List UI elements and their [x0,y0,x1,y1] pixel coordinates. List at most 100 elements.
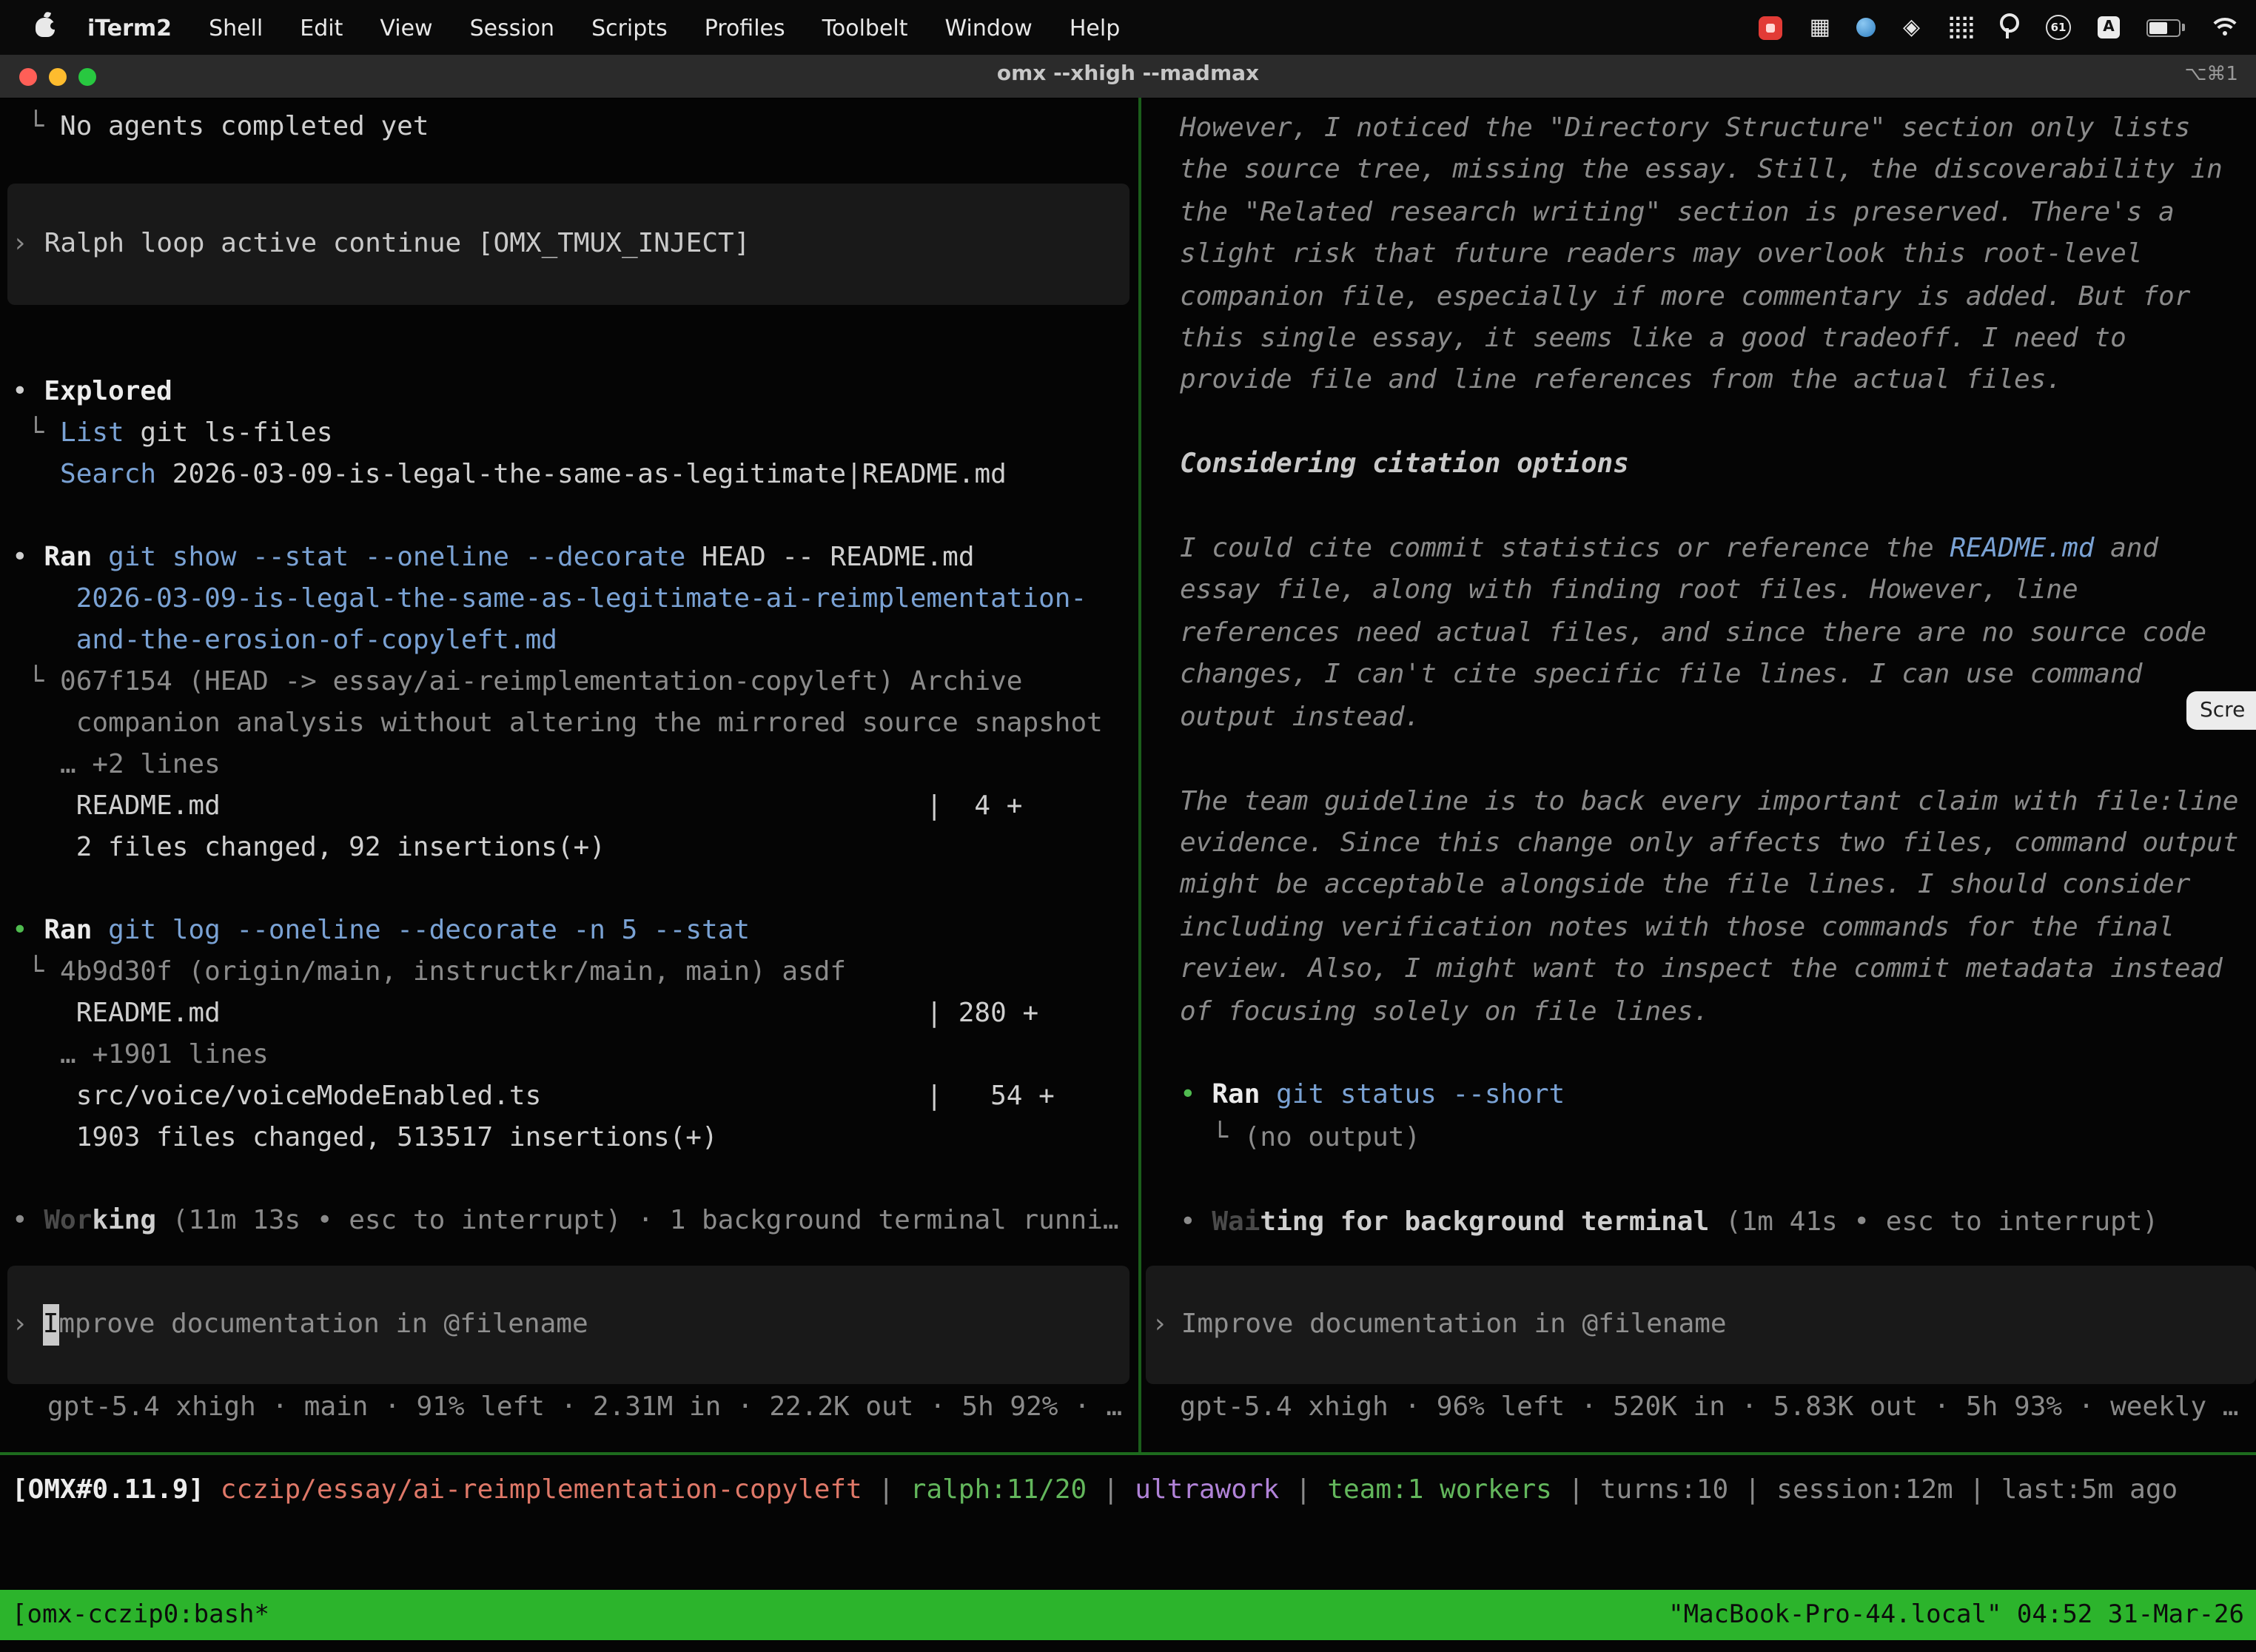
terminal-line [1180,739,2256,781]
prompt-input-right[interactable]: › Improve documentation in @filename [1146,1266,2256,1384]
tmux-host-clock: "MacBook-Pro-44.local" 04:52 31-Mar-26 [1668,1600,2244,1630]
terminal-line: The team guideline is to back every impo… [1180,781,2256,823]
menu-item-session[interactable]: Session [470,14,554,41]
input-placeholder: mprove documentation in @filename [58,1304,588,1346]
menu-item-profiles[interactable]: Profiles [705,14,785,41]
window-title: omx --xhigh --madmax [0,62,2256,86]
agent-transcript-right: However, I noticed the "Directory Struct… [1180,108,2256,1243]
pinwheel-app-icon[interactable]: ◈ [1903,16,1920,38]
screen-recording-indicator-icon[interactable] [1759,16,1783,39]
terminal-line: … +2 lines [12,745,1138,786]
terminal-line [12,1159,1138,1201]
terminal-line: evidence. Since this change only affects… [1180,823,2256,865]
prompt-chevron-icon: › [1152,1304,1168,1346]
terminal-line: I could cite commit statistics or refere… [1180,528,2256,571]
menu-item-toolbelt[interactable]: Toolbelt [822,14,908,41]
model-status-right: gpt-5.4 xhigh · 96% left · 520K in · 5.8… [1180,1387,2239,1428]
terminal-line: provide file and line references from th… [1180,360,2256,403]
terminal-line: └ 067f154 (HEAD -> essay/ai-reimplementa… [12,662,1138,703]
menu-items: iTerm2 Shell Edit View Session Scripts Profile… [87,14,1120,41]
tmux-status-bar: [omx-cczip0:bash* "MacBook-Pro-44.local"… [0,1590,2256,1640]
menu-item-shell[interactable]: Shell [209,14,263,41]
droplet-app-icon[interactable] [1857,18,1876,37]
gauge-61-icon[interactable]: 61 [2046,15,2071,40]
tmux-session-label: [omx-cczip0:bash* [12,1600,269,1630]
terminal-line: src/voice/voiceModeEnabled.ts | 54 + [12,1076,1138,1118]
input-placeholder: Improve documentation in @filename [1181,1304,1727,1346]
prompt-chevron-icon: › [12,224,28,265]
pane-border-bottom [0,1452,2256,1455]
menu-item-window[interactable]: Window [945,14,1033,41]
terminal-line [12,496,1138,537]
terminal-line: • Explored [12,372,1138,413]
terminal-line: However, I noticed the "Directory Struct… [1180,108,2256,150]
menu-bar-status-icons: ▦ ◈ ⣿⣿ 61 A [1759,13,2238,42]
agent-transcript-left: • Explored └ List git ls-files Search 20… [12,372,1138,1242]
wifi-icon[interactable] [2212,18,2238,37]
menu-bar: iTerm2 Shell Edit View Session Scripts Profile… [0,0,2256,55]
prompt-input-left[interactable]: › I mprove documentation in @filename [7,1266,1129,1384]
terminal-line: └ (no output) [1180,1118,2256,1160]
terminal-line [1180,403,2256,445]
terminal-line: the "Related research writing" section i… [1180,192,2256,235]
menu-item-iterm2[interactable]: iTerm2 [87,14,172,41]
menu-item-help[interactable]: Help [1070,14,1120,41]
prompt-chevron-icon: › [12,1304,28,1346]
grid-app-icon[interactable]: ▦ [1810,16,1830,38]
menu-item-view[interactable]: View [380,14,432,41]
terminal-line [1180,1033,2256,1075]
terminal-line: 2 files changed, 92 insertions(+) [12,827,1138,869]
screen: iTerm2 Shell Edit View Session Scripts Profile… [0,0,2256,1652]
agent-status-lines: └ No agents completed yet [12,107,1138,148]
key-icon[interactable] [2000,13,2019,32]
terminal-line: [OMX#0.11.9] cczip/essay/ai-reimplementa… [12,1470,2178,1511]
terminal-line: 1903 files changed, 513517 insertions(+) [12,1118,1138,1159]
left-terminal-pane[interactable]: └ No agents completed yet › Ralph loop a… [0,98,1138,1452]
inject-banner-text: Ralph loop active continue [OMX_TMUX_INJ… [44,224,751,265]
battery-icon[interactable] [2146,19,2181,36]
terminal-line: README.md | 280 + [12,993,1138,1035]
terminal-line: README.md | 4 + [12,786,1138,827]
terminal-line: this single essay, it seems like a good … [1180,318,2256,360]
terminal-line [1180,1159,2256,1201]
terminal-line: references need actual files, and since … [1180,613,2256,655]
terminal-line: companion analysis without altering the … [12,703,1138,745]
terminal-line: • Ran git show --stat --oneline --decora… [12,537,1138,579]
apple-menu-icon[interactable] [36,18,55,37]
terminal-line: • Ran git status --short [1180,1075,2256,1118]
terminal-line: might be acceptable alongside the file l… [1180,865,2256,907]
window-title-bar[interactable]: omx --xhigh --madmax ⌥⌘1 [0,55,2256,99]
terminal-line: Search 2026-03-09-is-legal-the-same-as-l… [12,454,1138,496]
terminal-line: └ No agents completed yet [12,107,1138,148]
terminal-line: output instead. [1180,696,2256,739]
terminal-line: of focusing solely on file lines. [1180,991,2256,1033]
terminal-line: 2026-03-09-is-legal-the-same-as-legitima… [12,579,1138,620]
screen-share-button[interactable]: Scre [2186,691,2256,730]
terminal-line: changes, I can't cite specific file line… [1180,655,2256,697]
terminal-line: Considering citation options [1180,445,2256,487]
terminal-line: companion file, especially if more comme… [1180,276,2256,318]
terminal-line: slight risk that future readers may over… [1180,234,2256,276]
dots-grid-icon[interactable]: ⣿⣿ [1947,16,1973,38]
terminal-line: • Ran git log --oneline --decorate -n 5 … [12,910,1138,952]
terminal-cursor: I [43,1304,59,1346]
menu-item-scripts[interactable]: Scripts [591,14,668,41]
terminal-line: and-the-erosion-of-copyleft.md [12,620,1138,662]
terminal-line: └ List git ls-files [12,413,1138,454]
terminal-line: essay file, along with finding root file… [1180,571,2256,613]
input-source-icon[interactable]: A [2098,16,2120,38]
terminal-line [1180,486,2256,528]
terminal-line: the source tree, missing the essay. Stil… [1180,150,2256,192]
inject-banner: › Ralph loop active continue [OMX_TMUX_I… [7,184,1129,305]
terminal-line: review. Also, I might want to inspect th… [1180,949,2256,991]
terminal-line: └ 4b9d30f (origin/main, instructkr/main,… [12,952,1138,993]
terminal-line: • Working (11m 13s • esc to interrupt) ·… [12,1201,1138,1242]
model-status-left: gpt-5.4 xhigh · main · 91% left · 2.31M … [47,1387,1122,1428]
terminal-line: • Waiting for background terminal (1m 41… [1180,1201,2256,1243]
right-terminal-pane[interactable]: However, I noticed the "Directory Struct… [1141,98,2256,1452]
window-shortcut-badge: ⌥⌘1 [2184,64,2238,86]
menu-item-edit[interactable]: Edit [300,14,343,41]
terminal-line: including verification notes with those … [1180,907,2256,949]
omx-status-line: [OMX#0.11.9] cczip/essay/ai-reimplementa… [12,1470,2178,1511]
terminal-line: … +1901 lines [12,1035,1138,1076]
